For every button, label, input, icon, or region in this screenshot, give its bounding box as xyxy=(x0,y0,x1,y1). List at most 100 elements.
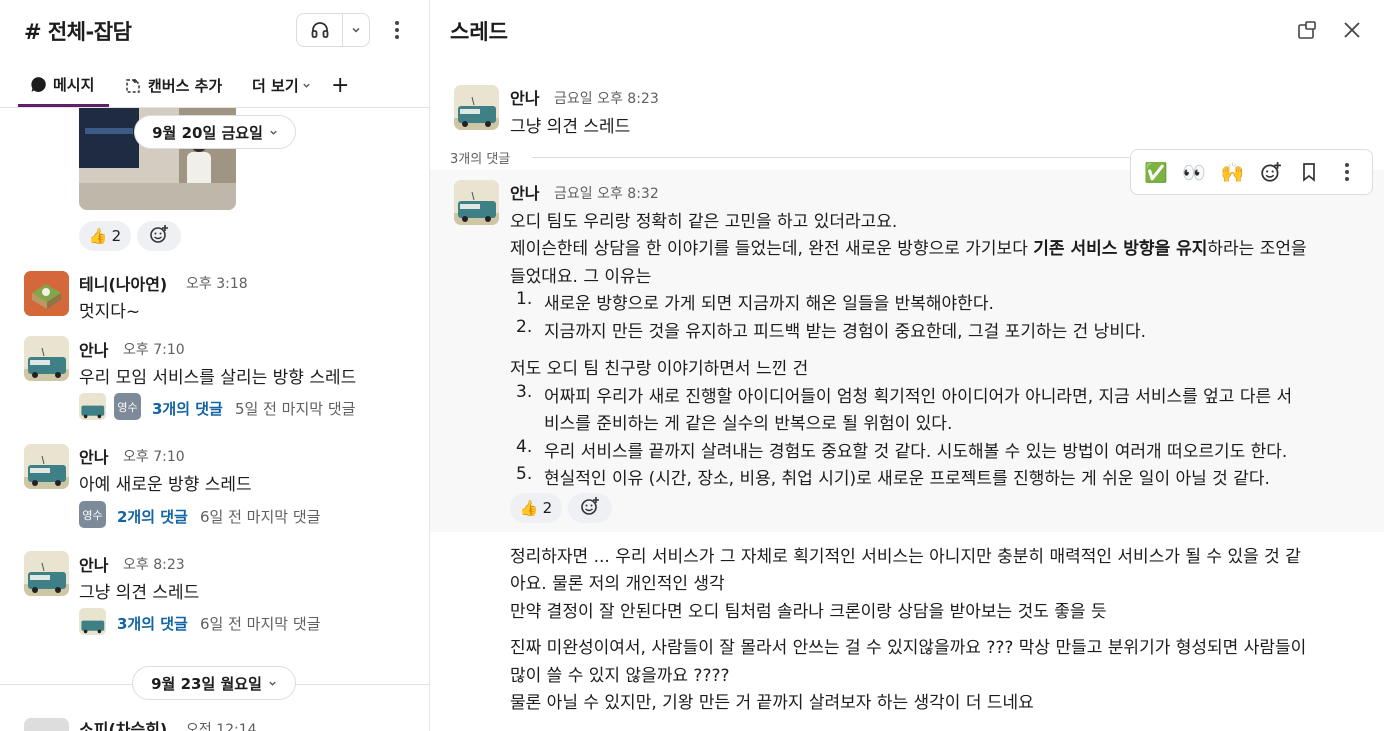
avatar[interactable] xyxy=(454,85,499,130)
add-tab-button[interactable]: + xyxy=(331,64,349,107)
last-reply-time: 5일 전 마지막 댓글 xyxy=(235,400,356,418)
message-text: 진짜 미완성이여서, 사람들이 잘 몰라서 안쓰는 걸 수 있지않을까요 ???… xyxy=(510,638,1307,658)
message-text: 제이슨한테 상담을 한 이야기를 들었는데, 완전 새로운 방향으로 가기보다 … xyxy=(510,234,1307,259)
thumbs-up-icon: 👍 xyxy=(88,227,108,245)
list-number: 1. xyxy=(516,289,533,309)
message-text: 아요. 물론 저의 개인적인 생각 xyxy=(510,574,725,594)
chevron-down-icon[interactable] xyxy=(342,14,369,46)
headphones-icon[interactable] xyxy=(297,14,343,46)
date-label: 9월 20일 금요일 xyxy=(152,123,263,142)
add-reaction-button[interactable] xyxy=(137,221,181,251)
tab-label: 캔버스 추가 xyxy=(148,77,223,95)
thread-pane: 스레드 안나 금요일 오후 8:23 그냥 의견 스레드 3개의 댓글 ✅ 👀 … xyxy=(430,0,1384,731)
message-text: 아예 새로운 방향 스레드 xyxy=(79,475,252,495)
avatar[interactable] xyxy=(454,180,499,225)
reaction-count: 2 xyxy=(111,227,122,245)
thread-replies-link[interactable]: 3개의 댓글 xyxy=(117,613,188,634)
thread-replies-link[interactable]: 3개의 댓글 xyxy=(152,398,223,419)
date-divider-pill[interactable]: 9월 23일 월요일 xyxy=(132,666,296,700)
check-mark-reaction-button[interactable]: ✅ xyxy=(1141,157,1171,187)
message-text: 멋지다~ xyxy=(79,302,141,322)
chevron-down-icon xyxy=(269,123,278,141)
reply-count-label: 3개의 댓글 xyxy=(450,152,511,167)
message-actions-toolbar: ✅ 👀 🙌 xyxy=(1130,149,1373,195)
add-emoji-icon[interactable] xyxy=(1256,157,1286,187)
list-number: 5. xyxy=(516,464,533,484)
avatar[interactable] xyxy=(24,551,69,596)
avatar[interactable] xyxy=(24,336,69,381)
list-item: 새로운 방향으로 가게 되면 지금까지 해온 일들을 반복해야한다. xyxy=(544,294,994,314)
message-text: 많이 쓸 수 있지 않을까요 ???? xyxy=(510,666,730,686)
message-text: 저도 오디 팀 친구랑 이야기하면서 느낀 건 xyxy=(510,359,809,379)
tab-messages[interactable]: 메시지 xyxy=(18,64,109,107)
message-text: 우리 모임 서비스를 살리는 방향 스레드 xyxy=(79,368,357,388)
raised-hands-reaction-button[interactable]: 🙌 xyxy=(1217,157,1247,187)
message-timestamp[interactable]: 금요일 오후 8:32 xyxy=(554,183,659,203)
message-text: 만약 결정이 잘 안된다면 오디 팀처럼 솔라나 크론이랑 상담을 받아보는 것… xyxy=(510,602,1107,622)
message-author[interactable]: 안나 xyxy=(79,337,108,361)
list-item-continued: 비스를 준비하는 게 같은 실수의 반복으로 될 위험이 있다. xyxy=(544,414,953,434)
message-text: 그냥 의견 스레드 xyxy=(79,583,200,603)
message-text: 그냥 의견 스레드 xyxy=(510,117,631,137)
message-text: 오디 팀도 우리랑 정확히 같은 고민을 하고 있더라고요. xyxy=(510,212,898,232)
reaction-count: 2 xyxy=(542,499,553,517)
channel-pane: # 전체-잡담 메시지 캔버스 추가 더 보기 + 9월 20일 금요일 👍 2… xyxy=(0,0,430,731)
message-timestamp[interactable]: 오후 3:18 xyxy=(186,273,248,293)
bookmark-icon[interactable] xyxy=(1294,157,1324,187)
tab-more[interactable]: 더 보기 xyxy=(252,64,317,107)
tab-label: 메시지 xyxy=(53,75,95,94)
message-timestamp[interactable]: 오후 7:10 xyxy=(123,446,185,466)
add-emoji-icon xyxy=(580,496,600,520)
replier-avatar xyxy=(79,608,106,635)
tab-add-canvas[interactable]: 캔버스 추가 xyxy=(124,64,222,107)
message-text: 들었대요. 그 이유는 xyxy=(510,267,652,287)
message-text: 정리하자면 ... 우리 서비스가 그 자체로 획기적인 서비스는 아니지만 충… xyxy=(510,547,1301,567)
add-emoji-icon xyxy=(149,224,169,248)
list-number: 4. xyxy=(516,437,533,457)
bold-text: 기존 서비스 방향을 유지 xyxy=(1033,239,1208,259)
channel-title[interactable]: # 전체-잡담 xyxy=(24,16,132,46)
thread-replies-link[interactable]: 2개의 댓글 xyxy=(117,506,188,527)
slack-window: # 전체-잡담 메시지 캔버스 추가 더 보기 + 9월 20일 금요일 👍 2… xyxy=(0,0,1384,731)
reaction-thumbs-up[interactable]: 👍 2 xyxy=(510,493,562,523)
avatar[interactable] xyxy=(24,444,69,489)
add-reaction-button[interactable] xyxy=(568,493,612,523)
open-in-window-icon[interactable] xyxy=(1294,17,1320,43)
message-author[interactable]: 안나 xyxy=(79,444,108,468)
avatar[interactable] xyxy=(24,718,69,731)
reaction-thumbs-up[interactable]: 👍 2 xyxy=(79,221,131,251)
thumbs-up-icon: 👍 xyxy=(519,499,539,517)
more-actions-icon[interactable] xyxy=(1332,157,1362,187)
last-reply-time: 6일 전 마지막 댓글 xyxy=(200,508,321,526)
avatar[interactable] xyxy=(24,271,69,316)
message-text: 물론 아닐 수 있지만, 기왕 만든 거 끝까지 살려보자 하는 생각이 더 드… xyxy=(510,693,1034,713)
huddle-button[interactable] xyxy=(296,13,370,47)
message-author[interactable]: 소피(차승희) xyxy=(79,716,167,731)
message-icon xyxy=(30,76,47,93)
chevron-down-icon xyxy=(302,81,311,90)
date-divider-pill[interactable]: 9월 20일 금요일 xyxy=(134,115,296,149)
date-label: 9월 23일 월요일 xyxy=(151,674,262,693)
message-author[interactable]: 안나 xyxy=(79,552,108,576)
chevron-down-icon xyxy=(268,674,277,692)
message-timestamp[interactable]: 오전 12:14 xyxy=(186,719,257,731)
list-item: 우리 서비스를 끝까지 살려내는 경험도 중요할 것 같다. 시도해볼 수 있는… xyxy=(544,442,1288,462)
message-timestamp[interactable]: 오후 8:23 xyxy=(123,554,185,574)
text-span: 하라는 조언을 xyxy=(1207,239,1307,259)
list-number: 3. xyxy=(516,382,533,402)
list-number: 2. xyxy=(516,317,533,337)
message-timestamp[interactable]: 오후 7:10 xyxy=(123,339,185,359)
canvas-add-icon xyxy=(124,77,142,95)
eyes-reaction-button[interactable]: 👀 xyxy=(1179,157,1209,187)
close-icon[interactable] xyxy=(1339,17,1365,43)
more-options-icon[interactable] xyxy=(388,17,406,43)
message-author[interactable]: 안나 xyxy=(510,180,539,204)
replier-avatar: 영수 xyxy=(79,501,106,528)
message-author[interactable]: 안나 xyxy=(510,85,539,109)
replier-avatar xyxy=(79,393,106,420)
channel-tabs: 메시지 캔버스 추가 더 보기 + xyxy=(0,64,429,108)
last-reply-time: 6일 전 마지막 댓글 xyxy=(200,615,321,633)
message-timestamp[interactable]: 금요일 오후 8:23 xyxy=(554,88,659,108)
channel-header: # 전체-잡담 xyxy=(0,0,429,60)
message-author[interactable]: 테니(나아연) xyxy=(79,271,167,295)
